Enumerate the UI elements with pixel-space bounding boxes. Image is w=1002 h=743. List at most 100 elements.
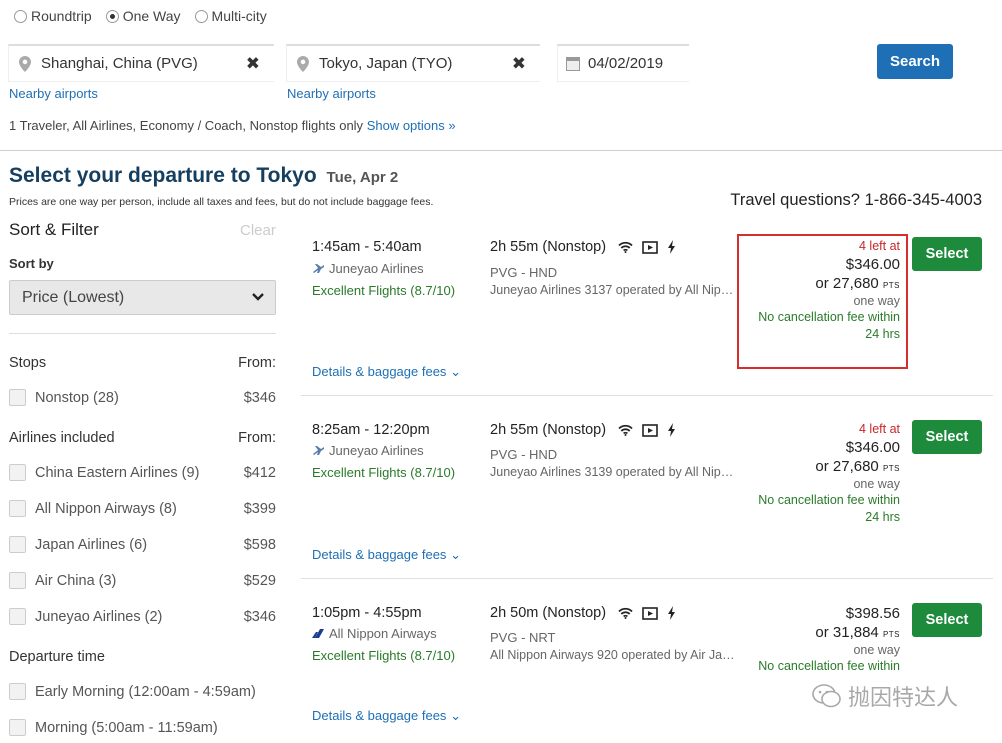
no-cancel-hours: 24 hrs	[865, 510, 900, 524]
departure-time-label: Departure time	[9, 649, 105, 665]
filter-morning[interactable]: Morning (5:00am - 11:59am)	[9, 719, 276, 736]
trip-type-group: Roundtrip One Way Multi-city	[14, 8, 267, 24]
checkbox[interactable]	[9, 389, 26, 406]
clear-destination-icon[interactable]: ✖	[512, 54, 526, 74]
select-flight-button[interactable]: Select	[912, 420, 982, 454]
price-points: or 27,680 PTS	[741, 458, 900, 475]
flight-time: 1:45am - 5:40am	[312, 239, 422, 255]
duration-text: 2h 55m (Nonstop)	[490, 422, 607, 438]
filter-airline-ana[interactable]: All Nippon Airways (8) $399	[9, 500, 276, 517]
points-value: or 27,680	[815, 458, 879, 475]
flight-rating: Excellent Flights (8.7/10)	[312, 648, 456, 663]
no-cancel-line: No cancellation fee within	[758, 493, 900, 507]
flight-duration: 2h 50m (Nonstop)	[490, 605, 676, 621]
checkbox[interactable]	[9, 608, 26, 625]
flight-route: PVG - HND	[490, 265, 558, 280]
highlight-annotation	[737, 234, 908, 369]
details-label: Details & baggage fees	[312, 547, 447, 562]
destination-input[interactable]: Tokyo, Japan (TYO) ✖	[286, 44, 540, 82]
filter-airline-air-china[interactable]: Air China (3) $529	[9, 572, 276, 589]
stops-header: Stops From:	[9, 355, 276, 371]
from-label: From:	[238, 355, 276, 371]
search-button[interactable]: Search	[877, 44, 953, 79]
details-baggage-link[interactable]: Details & baggage fees ⌄	[312, 708, 461, 724]
no-cancel-fee: No cancellation fee within	[741, 658, 900, 675]
amenities	[618, 423, 676, 437]
origin-input[interactable]: Shanghai, China (PVG) ✖	[8, 44, 274, 82]
multi-city-radio[interactable]	[194, 9, 208, 23]
chevron-down-icon: ⌄	[450, 364, 461, 379]
departure-time-header: Departure time	[9, 649, 276, 665]
filter-price: $412	[243, 464, 276, 481]
watermark: 抛因特达人	[812, 680, 958, 712]
filter-label: Morning (5:00am - 11:59am)	[35, 719, 218, 736]
details-baggage-link[interactable]: Details & baggage fees ⌄	[312, 364, 461, 380]
wechat-icon	[812, 684, 841, 708]
airline-name: Juneyao Airlines	[329, 261, 424, 276]
roundtrip-radio[interactable]	[14, 9, 27, 23]
filter-price: $598	[243, 536, 276, 553]
divider	[0, 150, 1002, 151]
select-flight-button[interactable]: Select	[912, 237, 982, 271]
amenities	[618, 606, 676, 620]
nearby-airports-destination-link[interactable]: Nearby airports	[287, 86, 376, 101]
filter-label: Early Morning (12:00am - 4:59am)	[35, 683, 256, 700]
checkbox[interactable]	[9, 572, 26, 589]
checkbox[interactable]	[9, 683, 26, 700]
wifi-icon	[618, 607, 633, 619]
show-options-link[interactable]: Show options »	[367, 118, 456, 133]
trip-type-roundtrip[interactable]: Roundtrip	[14, 8, 92, 24]
details-label: Details & baggage fees	[312, 364, 447, 379]
clear-filters-link[interactable]: Clear	[240, 222, 276, 239]
select-flight-button[interactable]: Select	[912, 603, 982, 637]
filter-label: Nonstop (28)	[35, 389, 119, 406]
trip-type-label: One Way	[122, 8, 181, 24]
chevron-down-icon	[252, 293, 264, 301]
filter-label: Japan Airlines (6)	[35, 536, 148, 553]
filter-early-morning[interactable]: Early Morning (12:00am - 4:59am)	[9, 683, 276, 700]
price-points: or 31,884 PTS	[741, 624, 900, 641]
filter-label: All Nippon Airways (8)	[35, 500, 177, 517]
location-pin-icon	[297, 55, 309, 72]
location-pin-icon	[19, 55, 31, 72]
details-baggage-link[interactable]: Details & baggage fees ⌄	[312, 547, 461, 563]
checkbox[interactable]	[9, 536, 26, 553]
airlines-label: Airlines included	[9, 430, 115, 446]
points-value: or 31,884	[815, 624, 879, 641]
trip-type-multi-city[interactable]: Multi-city	[194, 8, 267, 24]
filter-label: Juneyao Airlines (2)	[35, 608, 163, 625]
stops-label: Stops	[9, 355, 47, 371]
entertainment-icon	[642, 423, 658, 437]
checkbox[interactable]	[9, 500, 26, 517]
price-amount: $346.00	[845, 439, 900, 456]
filter-airline-juneyao[interactable]: Juneyao Airlines (2) $346	[9, 608, 276, 625]
date-input[interactable]: 04/02/2019	[557, 44, 689, 82]
filter-airline-jal[interactable]: Japan Airlines (6) $598	[9, 536, 276, 553]
sort-by-value: Price (Lowest)	[22, 288, 125, 306]
filter-nonstop[interactable]: Nonstop (28) $346	[9, 389, 276, 406]
sort-by-select[interactable]: Price (Lowest)	[9, 280, 276, 315]
date-value: 04/02/2019	[588, 55, 664, 72]
clear-origin-icon[interactable]: ✖	[246, 54, 260, 74]
price-block: $398.56 or 31,884 PTS one way No cancell…	[741, 605, 900, 675]
sidebar-divider	[9, 333, 276, 334]
page-title: Select your departure to Tokyo Tue, Apr …	[9, 164, 398, 188]
one-way-radio[interactable]	[105, 9, 119, 23]
details-label: Details & baggage fees	[312, 708, 447, 723]
page-title-text: Select your departure to Tokyo	[9, 164, 317, 187]
checkbox[interactable]	[9, 464, 26, 481]
origin-value: Shanghai, China (PVG)	[41, 55, 198, 72]
flight-duration: 2h 55m (Nonstop)	[490, 422, 676, 438]
flight-duration: 2h 55m (Nonstop)	[490, 239, 676, 255]
sort-by-label: Sort by	[9, 256, 54, 271]
power-icon	[668, 240, 676, 254]
filter-price: $346	[243, 608, 276, 625]
filter-airline-china-eastern[interactable]: China Eastern Airlines (9) $412	[9, 464, 276, 481]
airline-juneyao-icon	[313, 446, 324, 455]
filter-label: Air China (3)	[35, 572, 117, 589]
trip-type-one-way[interactable]: One Way	[105, 8, 181, 24]
price-block: 4 left at $346.00 or 27,680 PTS one way …	[741, 422, 900, 526]
nearby-airports-origin-link[interactable]: Nearby airports	[9, 86, 98, 101]
airline-ana-icon	[312, 629, 324, 638]
checkbox[interactable]	[9, 719, 26, 736]
